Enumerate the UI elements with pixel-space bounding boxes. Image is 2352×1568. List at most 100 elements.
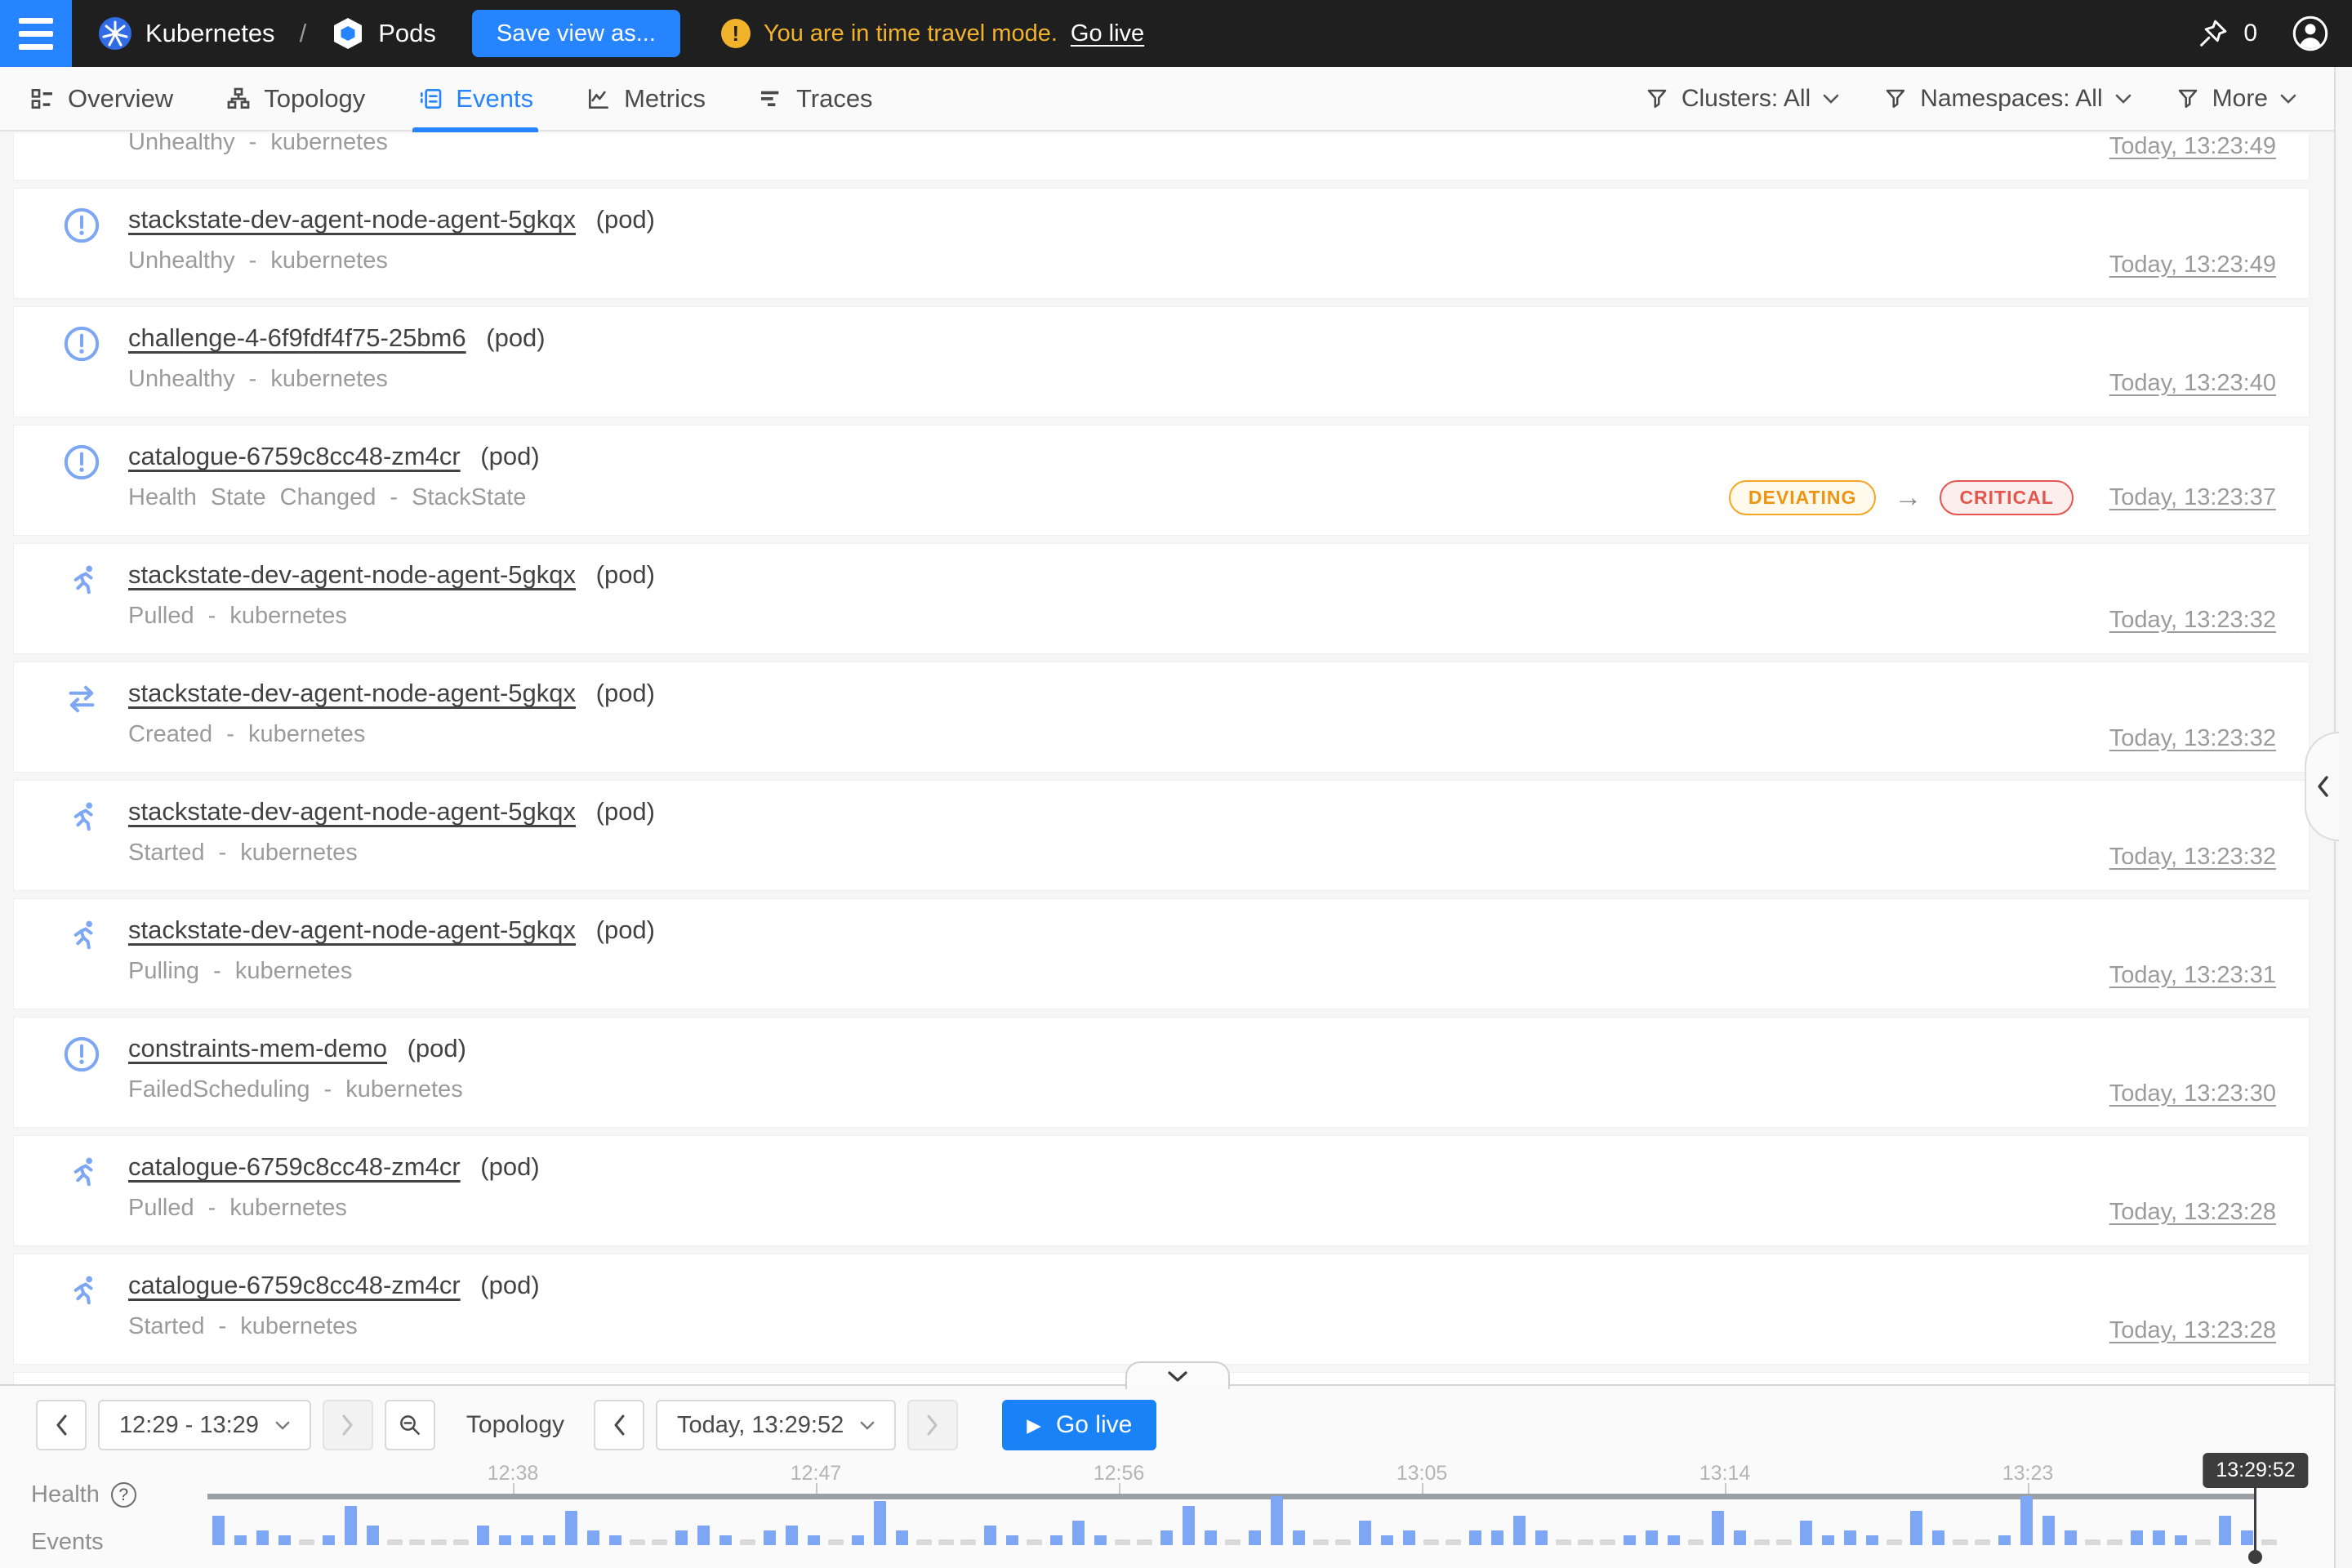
event-timestamp-link[interactable]: Today, 13:23:30 <box>2109 1080 2276 1107</box>
no-events-dash <box>2192 1496 2214 1545</box>
event-entity-link[interactable]: stackstate-dev-agent-node-agent-5gkqx <box>128 679 576 707</box>
event-entity-link[interactable]: catalogue-6759c8cc48-zm4cr <box>128 1271 461 1299</box>
event-entity-link[interactable]: stackstate-dev-agent-node-agent-5gkqx <box>128 205 576 234</box>
event-entity-link[interactable]: stackstate-dev-agent-node-agent-5gkqx <box>128 797 576 826</box>
event-entity-link[interactable]: constraints-mem-demo <box>128 1034 387 1062</box>
namespaces-filter[interactable]: Namespaces: All <box>1883 85 2131 113</box>
timeline-collapse-button[interactable] <box>1125 1361 1230 1389</box>
range-forward-button[interactable] <box>323 1400 373 1450</box>
zoom-out-button[interactable] <box>385 1400 435 1450</box>
event-row[interactable]: catalogue-6759c8cc48-zm4cr (pod) Health … <box>13 425 2310 536</box>
health-state-change: DEVIATING → CRITICAL <box>1729 480 2074 515</box>
event-row[interactable]: constraints-mem-demo (pod) FailedSchedul… <box>13 1017 2310 1128</box>
tab-topology[interactable]: Topology <box>225 66 365 131</box>
event-entity-type: (pod) <box>480 1271 539 1299</box>
no-events-dash <box>1420 1496 1442 1545</box>
no-events-dash <box>1111 1496 1134 1545</box>
event-row[interactable]: stackstate-dev-agent-node-agent-5gkqx (p… <box>13 780 2310 891</box>
event-row[interactable]: challenge-4-6f9fdf4f75-25bm6 (pod) Unhea… <box>13 306 2310 417</box>
range-back-button[interactable] <box>36 1400 87 1450</box>
clusters-filter[interactable]: Clusters: All <box>1645 85 1839 113</box>
breadcrumb-app[interactable]: Kubernetes <box>145 19 275 48</box>
main-menu-button[interactable] <box>0 0 72 67</box>
activity-runner-icon <box>63 562 100 599</box>
tab-traces[interactable]: Traces <box>758 66 873 131</box>
go-live-button[interactable]: ▶ Go live <box>1002 1400 1156 1450</box>
overview-icon <box>29 86 56 112</box>
right-panel-expand-button[interactable] <box>2305 732 2339 841</box>
event-entity-link[interactable]: challenge-4-6f9fdf4f75-25bm6 <box>128 323 466 352</box>
pin-icon[interactable] <box>2196 16 2230 51</box>
state-change-arrow-icon: → <box>1894 482 1922 514</box>
event-timestamp-link[interactable]: Today, 13:23:49 <box>2109 252 2276 278</box>
event-count-bar <box>2016 1496 2038 1545</box>
tab-overview[interactable]: Overview <box>29 66 173 131</box>
events-histogram[interactable] <box>207 1496 2258 1545</box>
event-row[interactable]: catalogue-6759c8cc48-zm4cr (pod) Started… <box>13 1254 2310 1365</box>
event-timestamp-link[interactable]: Today, 13:23:31 <box>2109 962 2276 989</box>
event-title: stackstate-dev-agent-node-agent-5gkqx (p… <box>128 679 2276 708</box>
pods-icon <box>331 16 365 51</box>
more-filters[interactable]: More <box>2176 85 2296 113</box>
event-timestamp-link[interactable]: Today, 13:23:32 <box>2109 725 2276 752</box>
event-timestamp-link[interactable]: Today, 13:23:49 <box>2109 133 2276 160</box>
event-count-bar <box>1861 1496 1883 1545</box>
event-timestamp-link[interactable]: Today, 13:23:28 <box>2109 1317 2276 1344</box>
event-count-bar <box>1001 1496 1023 1545</box>
tab-metrics[interactable]: Metrics <box>586 66 706 131</box>
tab-events[interactable]: Events <box>417 66 533 131</box>
event-entity-type: (pod) <box>486 323 545 352</box>
event-timestamp-link[interactable]: Today, 13:23:40 <box>2109 370 2276 397</box>
no-events-dash <box>935 1496 957 1545</box>
event-description: Pulling - kubernetes <box>128 958 2276 985</box>
chevron-down-icon <box>2280 94 2296 104</box>
time-tick-mark <box>513 1483 514 1494</box>
time-cursor-handle[interactable] <box>2248 1550 2262 1564</box>
event-entity-link[interactable]: catalogue-6759c8cc48-zm4cr <box>128 442 461 470</box>
event-count-bar <box>2126 1496 2148 1545</box>
event-entity-link[interactable]: catalogue-6759c8cc48-zm4cr <box>128 1152 461 1181</box>
health-help-icon[interactable]: ? <box>111 1482 136 1508</box>
no-events-dash <box>1949 1496 1971 1545</box>
no-events-dash <box>1134 1496 1156 1545</box>
event-count-bar <box>318 1496 340 1545</box>
event-row[interactable]: stackstate-dev-agent-node-agent-5gkqx (p… <box>13 898 2310 1009</box>
time-forward-button[interactable] <box>907 1400 958 1450</box>
event-entity-link[interactable]: stackstate-dev-agent-node-agent-5gkqx <box>128 915 576 944</box>
current-time-dropdown[interactable]: Today, 13:29:52 <box>656 1400 896 1450</box>
funnel-icon <box>1645 87 1669 111</box>
time-range-dropdown[interactable]: 12:29 - 13:29 <box>98 1400 311 1450</box>
user-avatar-icon[interactable] <box>2292 15 2329 52</box>
event-timestamp-link[interactable]: Today, 13:23:37 <box>2109 484 2276 511</box>
no-events-dash <box>648 1496 670 1545</box>
event-timestamp-link[interactable]: Today, 13:23:32 <box>2109 607 2276 634</box>
timeline-mode-label: Topology <box>466 1411 564 1439</box>
event-count-bar <box>891 1496 913 1545</box>
time-back-button[interactable] <box>594 1400 644 1450</box>
no-events-dash <box>737 1496 759 1545</box>
event-count-bar <box>604 1496 626 1545</box>
event-row[interactable]: catalogue-6759c8cc48-zm4cr (pod) Pulled … <box>13 1135 2310 1246</box>
event-count-bar <box>1045 1496 1067 1545</box>
event-count-bar <box>472 1496 494 1545</box>
event-description: Started - kubernetes <box>128 840 2276 866</box>
event-timestamp-link[interactable]: Today, 13:23:28 <box>2109 1199 2276 1226</box>
event-count-bar <box>1619 1496 1641 1545</box>
event-row[interactable]: stackstate-dev-agent-node-agent-5gkqx (p… <box>13 543 2310 654</box>
event-timestamp-link[interactable]: Today, 13:23:32 <box>2109 844 2276 871</box>
event-count-bar <box>1707 1496 1729 1545</box>
event-count-bar <box>693 1496 715 1545</box>
event-count-bar <box>340 1496 362 1545</box>
no-events-dash <box>450 1496 472 1545</box>
event-row[interactable]: stackstate-dev-agent-node-agent-5gkqx (p… <box>13 662 2310 773</box>
no-events-dash <box>1971 1496 1993 1545</box>
event-count-bar <box>362 1496 384 1545</box>
event-row[interactable]: stackstate-dev-agent-node-agent-5gkqx (p… <box>13 188 2310 299</box>
event-row[interactable]: Unhealthy - kubernetes Today, 13:23:49 <box>13 133 2310 180</box>
go-live-link[interactable]: Go live <box>1071 20 1144 47</box>
breadcrumb-view[interactable]: Pods <box>378 19 436 48</box>
event-title: catalogue-6759c8cc48-zm4cr (pod) <box>128 442 2276 471</box>
time-cursor[interactable] <box>2254 1484 2256 1557</box>
event-entity-link[interactable]: stackstate-dev-agent-node-agent-5gkqx <box>128 560 576 589</box>
save-view-as-button[interactable]: Save view as... <box>472 10 680 57</box>
